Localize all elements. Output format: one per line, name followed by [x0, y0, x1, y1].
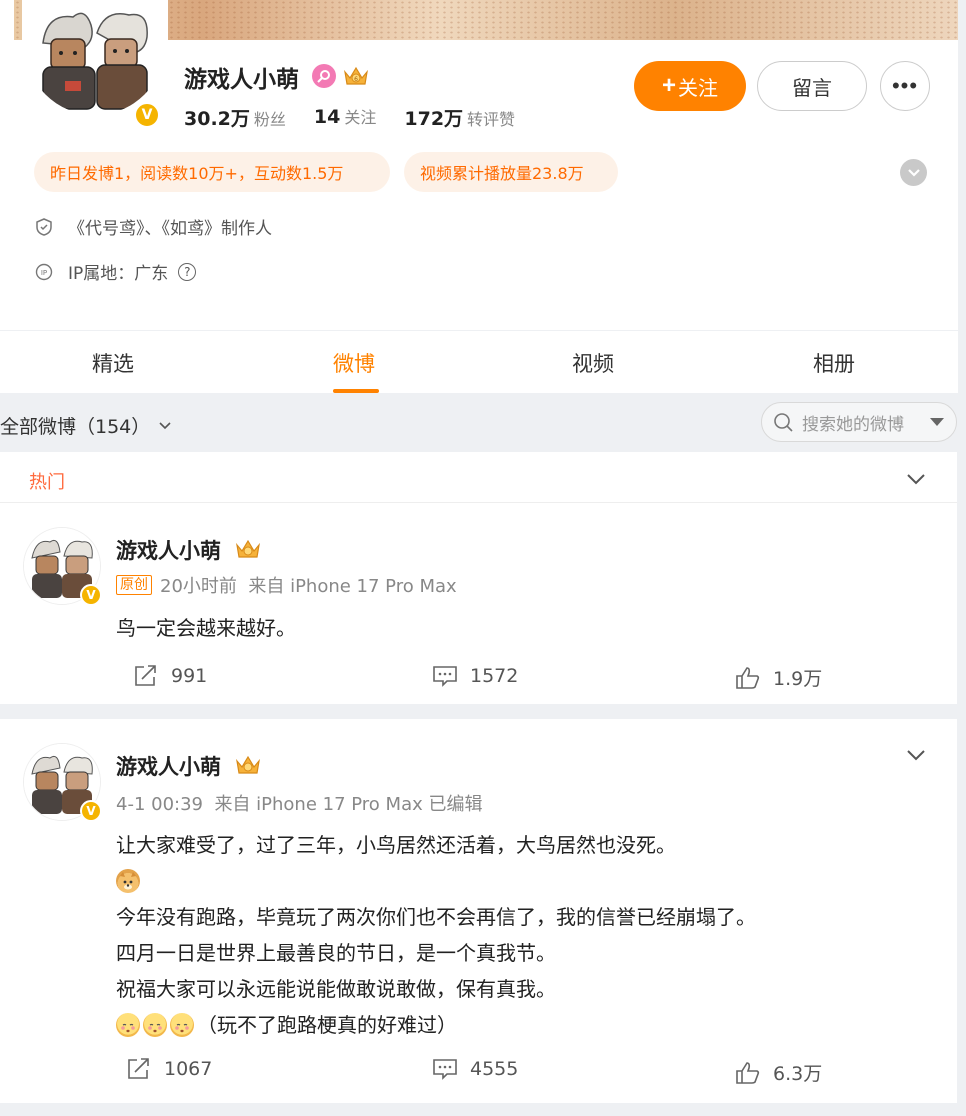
emoji-line	[116, 863, 916, 899]
follow-button[interactable]: + 关注	[634, 61, 746, 111]
comment-count: 1572	[470, 665, 519, 687]
post-text: 让大家难受了，过了三年，小鸟居然还活着，大鸟居然也没死。 今年没有跑路，毕竟玩了…	[116, 827, 916, 1043]
post-card: 热门 V 游戏人小萌 原创 20小时前 来自 iPhone 17 Pro Max…	[0, 452, 957, 704]
all-weibo-filter[interactable]: 全部微博（154）	[0, 412, 172, 439]
like-count: 6.3万	[773, 1063, 823, 1085]
post-timestamp-source[interactable]: 20小时前 来自 iPhone 17 Pro Max	[160, 572, 457, 598]
tab-videos[interactable]: 视频	[572, 348, 614, 378]
more-options-button[interactable]: •••	[880, 61, 930, 111]
expand-chevron-icon[interactable]	[900, 159, 927, 186]
chevron-down-icon	[159, 421, 171, 429]
post-text-line: 今年没有跑路，毕竟玩了两次你们也不会再信了，我的信誉已经崩塌了。	[116, 905, 756, 929]
vip-crown-icon[interactable]: 6	[342, 64, 370, 88]
search-input[interactable]: 搜索她的微博	[761, 402, 957, 442]
bio-text: 《代号鸢》、《如鸢》制作人	[68, 219, 272, 239]
interactions-count: 172万	[404, 108, 464, 130]
repost-button[interactable]: 991	[133, 664, 207, 688]
profile-name: 游戏人小萌	[184, 67, 299, 93]
avatar[interactable]	[22, 0, 168, 118]
followers-label: 粉丝	[253, 110, 286, 129]
chevron-down-icon[interactable]	[904, 743, 928, 767]
like-count: 1.9万	[773, 668, 823, 690]
ip-location-text: IP属地：广东	[68, 264, 169, 284]
doge-emoji-icon	[116, 869, 140, 893]
post-card: V 游戏人小萌 4-1 00:39 来自 iPhone 17 Pro Max 已…	[0, 719, 957, 1103]
post-timestamp-source[interactable]: 4-1 00:39 来自 iPhone 17 Pro Max 已编辑	[116, 790, 482, 816]
post-meta: 原创 20小时前 来自 iPhone 17 Pro Max	[116, 572, 457, 598]
bio-row: 《代号鸢》、《如鸢》制作人	[34, 214, 272, 239]
vip-crown-icon	[236, 755, 260, 774]
comment-button[interactable]: 4555	[432, 1057, 518, 1081]
ip-location-icon: IP	[34, 263, 54, 281]
post-text: 鸟一定会越来越好。	[116, 610, 916, 646]
post-author[interactable]: 游戏人小萌	[116, 751, 221, 781]
follow-label: 关注	[678, 77, 718, 100]
post-actions: 991 1572 1.9万	[0, 656, 957, 696]
repost-icon	[135, 665, 156, 686]
repost-icon	[128, 1058, 149, 1079]
plus-icon: +	[661, 72, 676, 99]
following-label: 关注	[344, 108, 377, 127]
vip-crown-icon	[236, 539, 260, 558]
post-author[interactable]: 游戏人小萌	[116, 535, 221, 565]
female-gender-icon	[312, 64, 336, 88]
hot-section-label: 热门	[29, 472, 65, 493]
comment-count: 4555	[470, 1058, 519, 1080]
tab-weibo[interactable]: 微博	[333, 348, 375, 378]
thumbs-up-icon	[736, 1061, 760, 1084]
like-button[interactable]: 1.9万	[735, 664, 822, 691]
post-text-line: 四月一日是世界上最善良的节日，是一个真我节。	[116, 941, 556, 965]
post-text-line: 鸟一定会越来越好。	[116, 616, 296, 640]
thumbs-up-icon	[736, 666, 760, 689]
search-dropdown-icon[interactable]	[930, 418, 944, 426]
post-actions: 1067 4555 6.3万	[0, 1053, 957, 1093]
search-icon	[774, 413, 793, 432]
blush-emoji-icon	[170, 1013, 194, 1037]
stat-interactions[interactable]: 172万 转评赞	[404, 104, 515, 131]
filter-label: 全部微博（154）	[0, 416, 151, 438]
message-button[interactable]: 留言	[757, 61, 867, 111]
repost-button[interactable]: 1067	[126, 1057, 212, 1081]
repost-count: 991	[171, 665, 208, 687]
video-plays-pill[interactable]: 视频累计播放量23.8万	[404, 152, 618, 192]
ip-row: IP IP属地：广东 ?	[34, 259, 197, 284]
comment-icon	[433, 1059, 457, 1080]
search-placeholder: 搜索她的微博	[802, 414, 904, 435]
post-text-line: 祝福大家可以永远能说能做敢说敢做，保有真我。	[116, 977, 556, 1001]
help-icon[interactable]: ?	[178, 262, 197, 281]
svg-text:IP: IP	[41, 269, 47, 277]
verified-badge-icon: V	[134, 102, 160, 128]
post-text-line-with-emoji: （玩不了跑路梗真的好难过）	[116, 1007, 916, 1043]
post-meta: 4-1 00:39 来自 iPhone 17 Pro Max 已编辑	[116, 790, 482, 816]
comment-button[interactable]: 1572	[432, 664, 518, 688]
stat-following[interactable]: 14 关注	[314, 104, 376, 131]
shield-icon	[34, 217, 54, 236]
verified-badge-icon: V	[80, 584, 102, 606]
chevron-down-icon[interactable]	[904, 467, 928, 491]
profile-stats: 30.2万 粉丝 14 关注 172万 转评赞	[184, 104, 515, 131]
interactions-label: 转评赞	[467, 110, 516, 129]
divider	[0, 502, 957, 503]
verified-badge-icon: V	[80, 800, 102, 822]
blush-emoji-icon	[116, 1013, 140, 1037]
repost-count: 1067	[164, 1058, 213, 1080]
blush-emoji-icon	[143, 1013, 167, 1037]
yesterday-stats-pill[interactable]: 昨日发博1，阅读数10万+，互动数1.5万	[34, 152, 390, 192]
avatar-illustration	[25, 3, 165, 115]
original-tag: 原创	[116, 575, 152, 595]
active-tab-indicator	[333, 389, 379, 393]
followers-count: 30.2万	[184, 108, 250, 130]
following-count: 14	[313, 106, 341, 128]
profile-tabs: 精选 微博 视频 相册	[0, 331, 958, 393]
comment-icon	[433, 666, 457, 687]
post-text-tail: （玩不了跑路梗真的好难过）	[197, 1013, 457, 1037]
tab-albums[interactable]: 相册	[813, 348, 855, 378]
stat-followers[interactable]: 30.2万 粉丝	[184, 104, 286, 131]
like-button[interactable]: 6.3万	[735, 1059, 822, 1086]
tab-featured[interactable]: 精选	[92, 348, 134, 378]
post-text-line: 让大家难受了，过了三年，小鸟居然还活着，大鸟居然也没死。	[116, 833, 676, 857]
profile-card: V 游戏人小萌 6 30.2万 粉丝 14 关注 172万 转评赞 + 关注 留言 ••…	[0, 0, 958, 330]
svg-text:6: 6	[354, 76, 358, 83]
